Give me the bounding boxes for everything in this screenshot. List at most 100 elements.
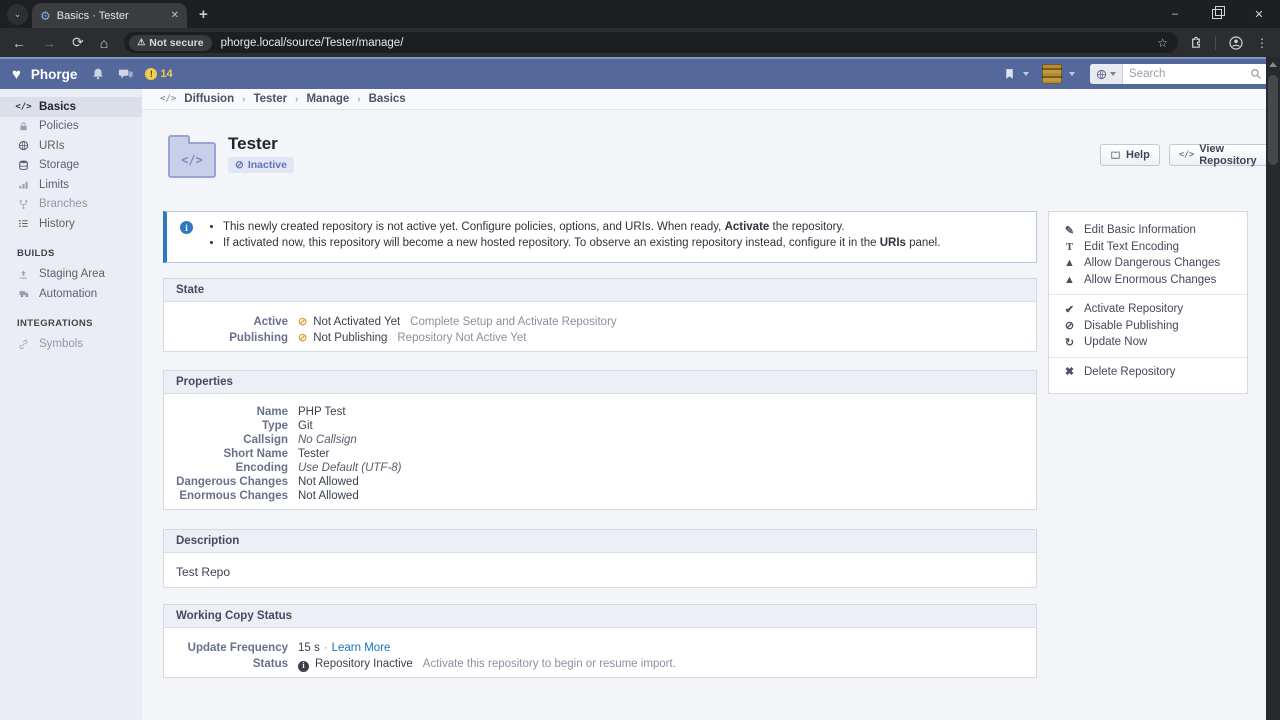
pencil-icon: ✎ (1063, 224, 1076, 237)
notifications-bell-icon[interactable] (91, 67, 105, 81)
fork-icon (17, 199, 30, 210)
sidebar-item-basics[interactable]: </> Basics (0, 97, 142, 117)
actions-panel: ✎ Edit Basic Information T Edit Text Enc… (1048, 211, 1248, 394)
status-row: Status i Repository Inactive Activate th… (176, 656, 1024, 672)
sidebar-item-history[interactable]: History (0, 214, 142, 234)
state-row-active: Active ⊘ Not Activated Yet Complete Setu… (176, 314, 1024, 330)
property-row-dangerous-changes: Dangerous Changes Not Allowed (176, 475, 1024, 489)
alerts-badge[interactable]: ! 14 (145, 68, 172, 80)
ban-icon: ⊘ (298, 314, 307, 330)
tab-search-button[interactable]: ⌄ (7, 4, 28, 25)
activate-setup-link[interactable]: Complete Setup and Activate Repository (410, 314, 616, 330)
view-repository-button[interactable]: </> View Repository (1169, 144, 1280, 166)
diffusion-app-icon: </> (160, 94, 176, 104)
user-avatar[interactable] (1042, 64, 1062, 84)
state-panel-header: State (164, 279, 1036, 302)
sidebar-section-builds: BUILDS (17, 248, 142, 259)
new-tab-button[interactable]: + (199, 6, 208, 23)
page-scrollbar[interactable] (1266, 57, 1280, 720)
profile-icon[interactable] (1228, 35, 1244, 51)
sidebar-item-uris[interactable]: URIs (0, 136, 142, 156)
status-tag-inactive: ⊘ Inactive (228, 157, 294, 173)
description-panel-header: Description (164, 530, 1036, 553)
back-icon[interactable]: ← (12, 35, 26, 51)
sidebar-item-policies[interactable]: Policies (0, 117, 142, 137)
phorge-navbar: ♥ Phorge ! 14 (0, 57, 1280, 89)
phorge-logo-heart-icon[interactable]: ♥ (12, 66, 21, 83)
learn-more-link[interactable]: Learn More (332, 640, 391, 656)
breadcrumb-diffusion[interactable]: Diffusion (184, 93, 234, 105)
not-secure-label: Not secure (149, 37, 203, 49)
sidebar-item-limits[interactable]: Limits (0, 175, 142, 195)
property-row-type: Type Git (176, 419, 1024, 433)
url-bar[interactable]: ⚠ Not secure phorge.local/source/Tester/… (124, 32, 1178, 53)
search-scope-globe-icon (1096, 69, 1107, 80)
action-edit-basic-information[interactable]: ✎ Edit Basic Information (1049, 222, 1247, 239)
chrome-menu-icon[interactable]: ⋮ (1256, 36, 1268, 50)
info-icon: i (180, 221, 193, 234)
ban-icon: ⊘ (1063, 319, 1076, 332)
sidebar-item-branches[interactable]: Branches (0, 195, 142, 215)
bookmark-star-icon[interactable]: ☆ (1157, 36, 1168, 50)
window-close-button[interactable]: ✕ (1238, 0, 1280, 28)
sidebar-item-automation[interactable]: Automation (0, 284, 142, 304)
messages-icon[interactable] (117, 67, 133, 81)
favorites-bookmark-icon[interactable] (1003, 67, 1016, 81)
not-secure-chip[interactable]: ⚠ Not secure (129, 35, 211, 51)
brand-name[interactable]: Phorge (31, 67, 78, 82)
sidebar: </> Basics Policies URIs Storage Limits … (0, 89, 142, 720)
home-icon[interactable]: ⌂ (100, 35, 108, 51)
search-icon[interactable] (1250, 68, 1262, 80)
breadcrumb-separator: › (295, 94, 298, 105)
action-edit-text-encoding[interactable]: T Edit Text Encoding (1049, 239, 1247, 256)
browser-tab[interactable]: ⚙ Basics · Tester ✕ (32, 3, 187, 28)
url-text: phorge.local/source/Tester/manage/ (221, 37, 1158, 49)
info-notice: i This newly created repository is not a… (163, 211, 1037, 263)
browser-titlebar: ⌄ ⚙ Basics · Tester ✕ + – ✕ (0, 0, 1280, 28)
action-allow-enormous-changes[interactable]: ▲ Allow Enormous Changes (1049, 272, 1247, 289)
action-activate-repository[interactable]: ✔ Activate Repository (1049, 301, 1247, 318)
info-icon: i (298, 661, 309, 672)
property-row-enormous-changes: Enormous Changes Not Allowed (176, 489, 1024, 503)
page-title: Tester (228, 134, 278, 154)
check-icon: ✔ (1063, 303, 1076, 316)
scrollbar-up-arrow[interactable] (1269, 62, 1277, 67)
window-restore-button[interactable] (1196, 0, 1238, 28)
globe-icon (17, 140, 30, 151)
breadcrumb-tester[interactable]: Tester (253, 93, 287, 105)
breadcrumb-basics: Basics (369, 93, 406, 105)
forward-icon[interactable]: → (42, 35, 56, 51)
action-disable-publishing[interactable]: ⊘ Disable Publishing (1049, 318, 1247, 335)
properties-panel: Properties Name PHP Test Type Git Callsi… (163, 370, 1037, 510)
action-update-now[interactable]: ↻ Update Now (1049, 334, 1247, 351)
browser-toolbar: ← → ⟳ ⌂ ⚠ Not secure phorge.local/source… (0, 28, 1280, 57)
search-input[interactable] (1123, 68, 1250, 80)
sidebar-item-storage[interactable]: Storage (0, 156, 142, 176)
extensions-icon[interactable] (1188, 35, 1203, 50)
property-row-encoding: Encoding Use Default (UTF-8) (176, 461, 1024, 475)
help-button[interactable]: Help (1100, 144, 1160, 166)
property-row-callsign: Callsign No Callsign (176, 433, 1024, 447)
code-icon: </> (17, 102, 30, 112)
action-delete-repository[interactable]: ✖ Delete Repository (1049, 364, 1247, 381)
tab-close-icon[interactable]: ✕ (171, 10, 179, 21)
user-menu-chevron-down-icon[interactable] (1069, 72, 1075, 76)
properties-panel-header: Properties (164, 371, 1036, 394)
sidebar-item-symbols[interactable]: Symbols (0, 335, 142, 355)
favorites-chevron-down-icon[interactable] (1023, 72, 1029, 76)
alert-exclamation-icon: ! (145, 68, 157, 80)
scrollbar-thumb[interactable] (1268, 75, 1278, 165)
sidebar-item-staging-area[interactable]: Staging Area (0, 265, 142, 285)
action-allow-dangerous-changes[interactable]: ▲ Allow Dangerous Changes (1049, 255, 1247, 272)
warning-icon: ▲ (1063, 257, 1076, 269)
search-scope-button[interactable] (1090, 64, 1123, 84)
book-icon (1110, 150, 1121, 161)
breadcrumb: </> Diffusion › Tester › Manage › Basics (142, 89, 1266, 110)
notice-bullet: If activated now, this repository will b… (223, 235, 940, 251)
warning-icon: ▲ (1063, 274, 1076, 286)
reload-icon[interactable]: ⟳ (72, 34, 84, 51)
breadcrumb-manage[interactable]: Manage (306, 93, 349, 105)
refresh-icon: ↻ (1063, 336, 1076, 349)
description-panel: Description Test Repo (163, 529, 1037, 588)
window-minimize-button[interactable]: – (1154, 0, 1196, 28)
